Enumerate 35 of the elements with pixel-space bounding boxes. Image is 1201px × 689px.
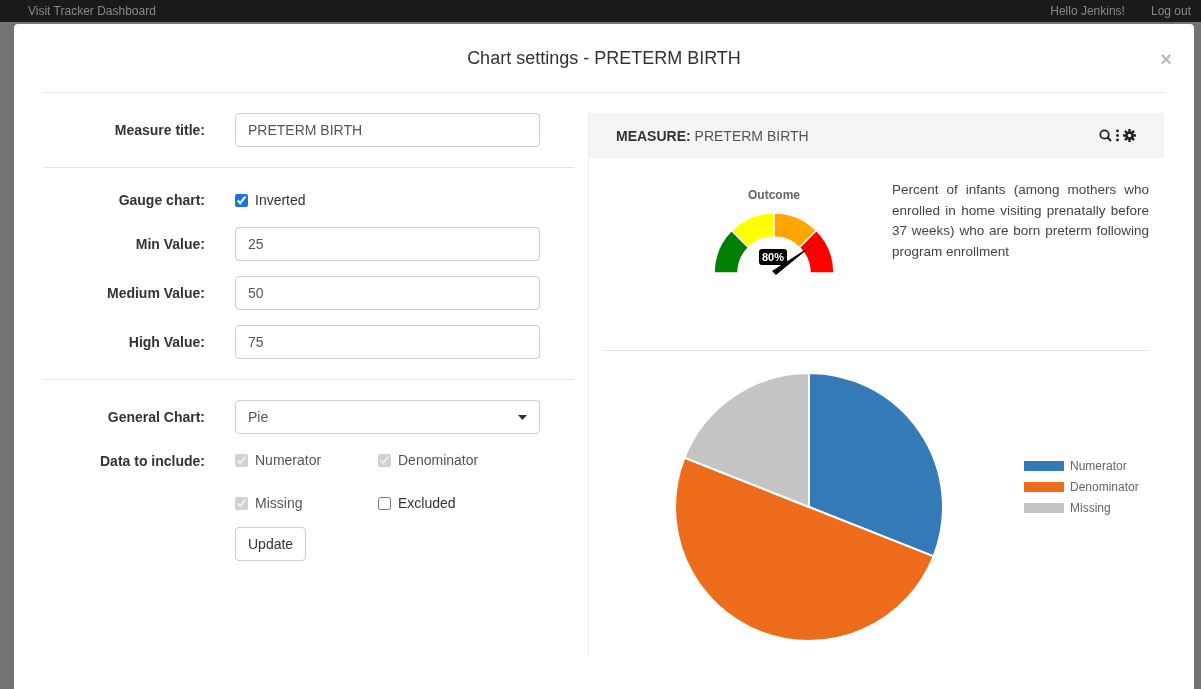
inverted-checkbox[interactable]	[235, 193, 248, 207]
panel-title: MEASURE: PRETERM BIRTH	[616, 127, 809, 144]
value-input[interactable]: 25	[235, 227, 540, 261]
value-input[interactable]: 50	[235, 276, 540, 310]
field-label: High Value:	[127, 334, 205, 350]
legend-label: Numerator	[1070, 459, 1127, 473]
measure-title-input[interactable]: PRETERM BIRTH	[235, 113, 540, 147]
field-label: Min Value:	[134, 236, 205, 252]
checkbox-label: Inverted	[255, 192, 306, 208]
legend-label: Missing	[1070, 501, 1111, 515]
field-label: Gauge chart:	[117, 192, 205, 208]
greeting-text: Hello Jenkins!	[1050, 4, 1125, 18]
field-label: Data to include:	[99, 452, 205, 469]
legend-label: Denominator	[1070, 480, 1139, 494]
gauge-value-badge: 80%	[759, 249, 788, 265]
gauge-title: Outcome	[748, 188, 800, 202]
field-label: Measure title:	[113, 122, 205, 138]
measure-description: Percent of infants (among mothers who enrolled in home visiting prenatally before 37 weeks) who are born preterm following program enrollment	[892, 181, 1149, 261]
search-icon[interactable]	[1099, 129, 1112, 142]
field-label: General Chart:	[106, 409, 205, 425]
caret-icon	[518, 414, 527, 420]
modal-title: Chart settings - PRETERM BIRTH	[467, 47, 741, 69]
field-label: Medium Value:	[105, 285, 205, 301]
chart-type-dropdown[interactable]: Pie	[235, 400, 540, 434]
update-button[interactable]: Update	[235, 527, 307, 561]
app-title: Visit Tracker Dashboard	[28, 4, 156, 18]
logout-link[interactable]: Log out	[1150, 4, 1191, 18]
value-input[interactable]: 75	[235, 325, 540, 359]
settings-icon[interactable]	[1123, 129, 1136, 142]
checkbox-label: Numerator	[255, 452, 322, 468]
checkbox-label: Excluded	[398, 495, 456, 511]
checkbox-label: Denominator	[398, 452, 479, 468]
more-icon[interactable]	[1116, 129, 1119, 142]
checkbox-label: Missing	[255, 495, 303, 511]
include-checkbox[interactable]	[378, 496, 391, 510]
